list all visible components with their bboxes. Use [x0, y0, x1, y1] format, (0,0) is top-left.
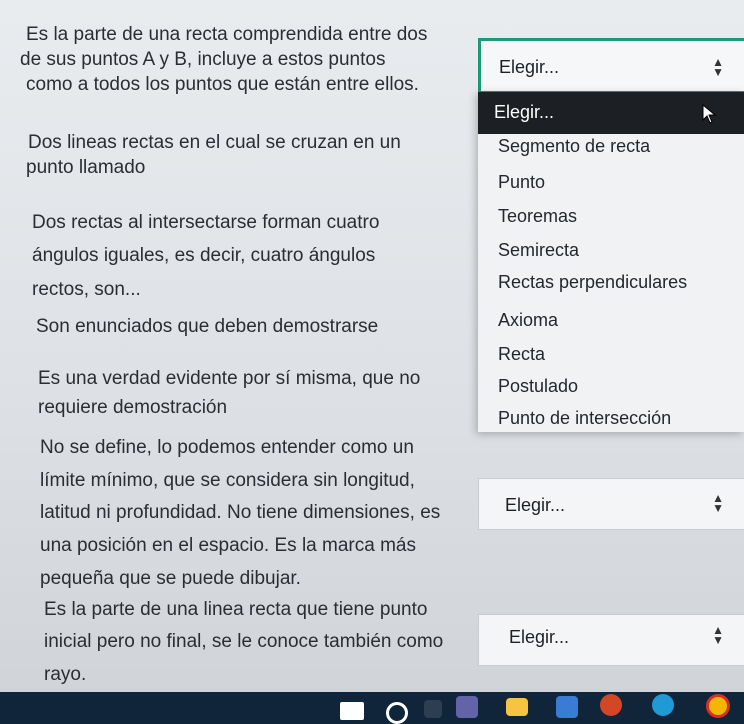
chrome-icon[interactable]: [706, 694, 730, 718]
question-4: Son enunciados que deben demostrarse: [36, 314, 516, 339]
dropdown-option-punto-de-interseccion[interactable]: Punto de intersección: [498, 408, 671, 429]
chevron-updown-icon: ▲ ▼: [712, 55, 724, 79]
dropdown-option-teoremas[interactable]: Teoremas: [498, 206, 577, 227]
mouse-cursor-icon: [702, 104, 716, 124]
question-1-line-1: Es la parte de una recta comprendida ent…: [26, 24, 428, 45]
question-6-line-4: una posición en el espacio. Es la marca …: [40, 535, 416, 557]
dropdown-option-axioma[interactable]: Axioma: [498, 310, 558, 331]
question-2: Dos lineas rectas en el cual se cruzan e…: [26, 130, 508, 180]
task-view-icon[interactable]: [424, 700, 442, 718]
question-7: Es la parte de una linea recta que tiene…: [44, 594, 524, 691]
dropdown-option-punto[interactable]: Punto: [498, 172, 545, 193]
chevron-updown-icon: ▲ ▼: [712, 491, 724, 515]
search-icon[interactable]: [386, 702, 408, 724]
dropdown-option-postulado[interactable]: Postulado: [498, 376, 578, 397]
question-6-line-2: límite mínimo, que se considera sin long…: [40, 469, 415, 491]
dropdown-option-label: Elegir...: [494, 102, 555, 122]
question-6-line-3: latitud ni profundidad. No tiene dimensi…: [40, 502, 441, 524]
question-6-line-1: No se define, lo podemos entender como u…: [40, 437, 414, 458]
answer-select-1[interactable]: Elegir... ▲ ▼: [478, 38, 744, 94]
question-3-line-1: Dos rectas al intersectarse forman cuatr…: [32, 212, 380, 233]
question-5-line-1: Es una verdad evidente por sí misma, que…: [38, 368, 421, 389]
answer-select-1-value: Elegir...: [499, 57, 560, 77]
dropdown-option-recta[interactable]: Recta: [498, 344, 545, 365]
question-7-line-3: rayo.: [44, 663, 87, 685]
question-4-line-1: Son enunciados que deben demostrarse: [36, 316, 379, 337]
question-5-line-2: requiere demostración: [38, 397, 228, 419]
answer-select-2-value: Elegir...: [505, 495, 566, 515]
dropdown-option-elegir[interactable]: Elegir...: [478, 92, 744, 134]
question-1-line-2: de sus puntos A y B, incluye a estos pun…: [20, 49, 386, 71]
question-1-line-3: como a todos los puntos que están entre …: [26, 74, 419, 96]
dropdown-option-segmento-de-recta[interactable]: Segmento de recta: [498, 136, 650, 157]
windows-taskbar: [0, 692, 744, 724]
question-3: Dos rectas al intersectarse forman cuatr…: [32, 206, 512, 306]
question-7-line-1: Es la parte de una linea recta que tiene…: [44, 599, 428, 620]
answer-dropdown-list: Elegir... Segmento de recta Punto Teorem…: [478, 92, 744, 432]
question-6-line-5: pequeña que se puede dibujar.: [40, 567, 301, 589]
question-6: No se define, lo podemos entender como u…: [40, 432, 520, 595]
question-2-line-2: punto llamado: [26, 157, 146, 179]
question-1: Es la parte de una recta comprendida ent…: [20, 22, 506, 97]
teams-icon[interactable]: [456, 696, 478, 718]
question-2-line-1: Dos lineas rectas en el cual se cruzan e…: [28, 132, 401, 153]
file-explorer-icon[interactable]: [506, 698, 528, 716]
dropdown-option-rectas-perpendiculares[interactable]: Rectas perpendiculares: [498, 272, 687, 293]
edge-icon[interactable]: [652, 694, 674, 716]
answer-select-2[interactable]: Elegir... ▲ ▼: [478, 478, 744, 530]
question-7-line-2: inicial pero no final, se le conoce tamb…: [44, 631, 444, 653]
answer-select-3-value: Elegir...: [509, 627, 570, 647]
question-3-line-3: rectos, son...: [32, 278, 141, 300]
powerpoint-icon[interactable]: [600, 694, 622, 716]
question-5: Es una verdad evidente por sí misma, que…: [38, 364, 518, 423]
question-3-line-2: ángulos iguales, es decir, cuatro ángulo…: [32, 245, 376, 267]
answer-select-3[interactable]: Elegir... ▲ ▼: [478, 614, 744, 666]
windows-start-icon[interactable]: [340, 702, 364, 720]
chevron-updown-icon: ▲ ▼: [712, 623, 724, 647]
store-icon[interactable]: [556, 696, 578, 718]
dropdown-option-semirecta[interactable]: Semirecta: [498, 240, 579, 261]
